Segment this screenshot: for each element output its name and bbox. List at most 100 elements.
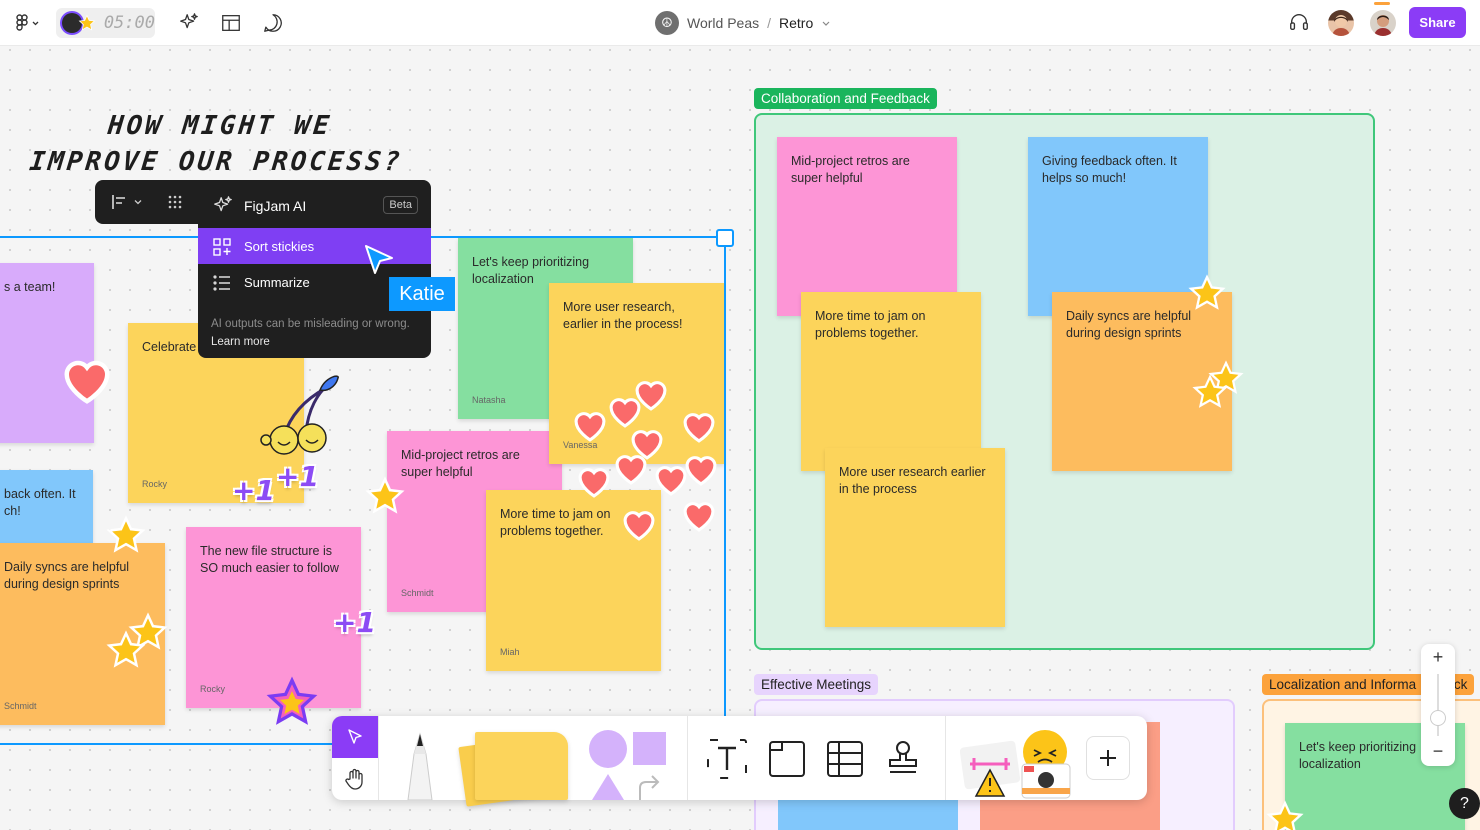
cursor-icon [365,245,393,274]
avatar[interactable] [1328,10,1354,36]
heart-icon[interactable] [652,463,690,497]
chevron-down-icon[interactable] [821,18,831,28]
share-button[interactable]: Share [1409,7,1466,38]
breadcrumb-separator: / [767,15,771,31]
team-logo-icon: ☮ [655,11,679,35]
timer[interactable]: 05:00 [56,8,155,38]
context-toolbar [95,180,199,224]
shape-icon [589,730,666,800]
resize-handle[interactable] [716,229,734,247]
sparkle-icon [214,196,232,212]
sticky-text: More time to jam on problems together. [815,309,926,340]
sticky-note[interactable]: More time to jam on problems together. [801,292,981,471]
heart-icon[interactable] [60,356,114,406]
text-icon [707,739,747,779]
text-tool[interactable] [702,736,752,782]
sticky-note[interactable]: More user research earlier in the proces… [825,448,1005,627]
audio-button[interactable] [1285,8,1313,36]
beta-badge: Beta [383,196,418,214]
heart-icon[interactable] [571,409,609,443]
heart-icon[interactable] [606,395,644,429]
sticky-text: Mid-project retros are super helpful [791,154,910,185]
zoom-track[interactable] [1437,674,1439,736]
comment-icon [264,14,282,32]
more-tools-button[interactable] [1086,736,1130,780]
ai-menu-title: FigJam AI [244,198,307,214]
zoom-control: + − [1421,644,1455,766]
star-icon [78,14,96,31]
sticky-text: Giving feedback often. It helps so much! [1042,154,1177,185]
select-tool[interactable] [332,716,378,758]
help-button[interactable]: ? [1449,788,1480,819]
star-icon[interactable] [365,476,405,516]
star-icon[interactable] [1192,374,1228,410]
bottom-toolbar [332,716,1147,807]
table-icon [827,741,863,777]
zoom-in-button[interactable]: + [1421,647,1455,669]
widgets-tool[interactable] [959,730,1080,800]
section-tool[interactable] [762,736,812,782]
sticky-text: Daily syncs are helpful during design sp… [1066,309,1192,340]
heading-line-1: HOW MIGHT WE [106,111,334,141]
list-icon [213,275,230,291]
section-label-collaboration[interactable]: Collaboration and Feedback [754,88,937,109]
ai-menu-item-label: Summarize [244,274,310,290]
templates-button[interactable] [216,8,246,38]
pen-icon[interactable] [396,730,444,800]
shape-tool[interactable] [588,716,688,800]
learn-more-link[interactable]: Learn more [211,336,270,348]
sort-icon [213,238,231,256]
hand-icon [345,768,363,790]
star-icon[interactable] [1266,800,1304,830]
cursor-icon [348,729,362,744]
heart-icon[interactable] [680,499,718,533]
chevron-down-icon[interactable] [133,197,143,207]
sticky-note-tool-top [475,732,568,800]
sticky-text: More user research earlier in the proces… [839,465,986,496]
avatar[interactable] [1370,10,1396,36]
team-name[interactable]: World Peas [687,15,759,31]
hand-tool[interactable] [332,758,378,800]
top-bar: 05:00 ☮ World Peas / Retro Share [0,0,1480,46]
zoom-out-button[interactable]: − [1421,741,1455,763]
heart-icon[interactable] [680,410,718,444]
cherry-icon[interactable] [256,372,342,460]
ai-menu-item-label: Sort stickies [244,238,315,254]
heart-icon[interactable] [612,452,650,486]
table-tool[interactable] [820,736,870,782]
ai-disclaimer-text: AI outputs can be misleading or wrong. [211,318,410,330]
figma-logo-icon [16,14,39,31]
toolbar-divider [687,716,688,800]
comments-button[interactable] [258,8,288,38]
main-menu-button[interactable] [10,8,46,38]
plus-one-sticker[interactable]: +1 [333,606,376,639]
timer-value: 05:00 [103,13,155,33]
grid-icon[interactable] [167,194,183,210]
plus-one-sticker[interactable]: +1 [232,474,275,507]
section-label-meetings[interactable]: Effective Meetings [754,674,879,695]
stamp-tool[interactable] [878,736,928,782]
section-icon [769,741,805,777]
zoom-slider-handle[interactable] [1430,710,1446,726]
ai-menu-item-sort-stickies[interactable]: Sort stickies [198,228,431,264]
sparkle-icon [180,13,198,29]
active-speaker-indicator [1374,2,1390,5]
heart-icon[interactable] [575,465,613,499]
star-icon[interactable] [106,515,146,555]
star-icon[interactable] [106,630,146,670]
plus-one-sticker[interactable]: +1 [276,460,319,493]
stickers-icon [959,730,1071,799]
heart-icon[interactable] [620,508,658,542]
stamp-icon [889,741,917,773]
ai-menu: FigJam AI Beta Sort stickies Summarize A… [198,180,431,358]
board-heading[interactable]: HOW MIGHT WE IMPROVE OUR PROCESS? [4,108,432,180]
align-icon[interactable] [111,193,129,211]
toolbar-divider [945,716,946,800]
star-icon[interactable] [1188,274,1226,312]
file-name[interactable]: Retro [779,15,813,31]
star-icon[interactable] [264,676,320,728]
sticky-note[interactable]: Mid-project retros are super helpful [777,137,957,316]
sticky-note[interactable]: Giving feedback often. It helps so much! [1028,137,1208,316]
breadcrumb: ☮ World Peas / Retro [655,10,831,36]
ai-button[interactable] [174,8,204,38]
